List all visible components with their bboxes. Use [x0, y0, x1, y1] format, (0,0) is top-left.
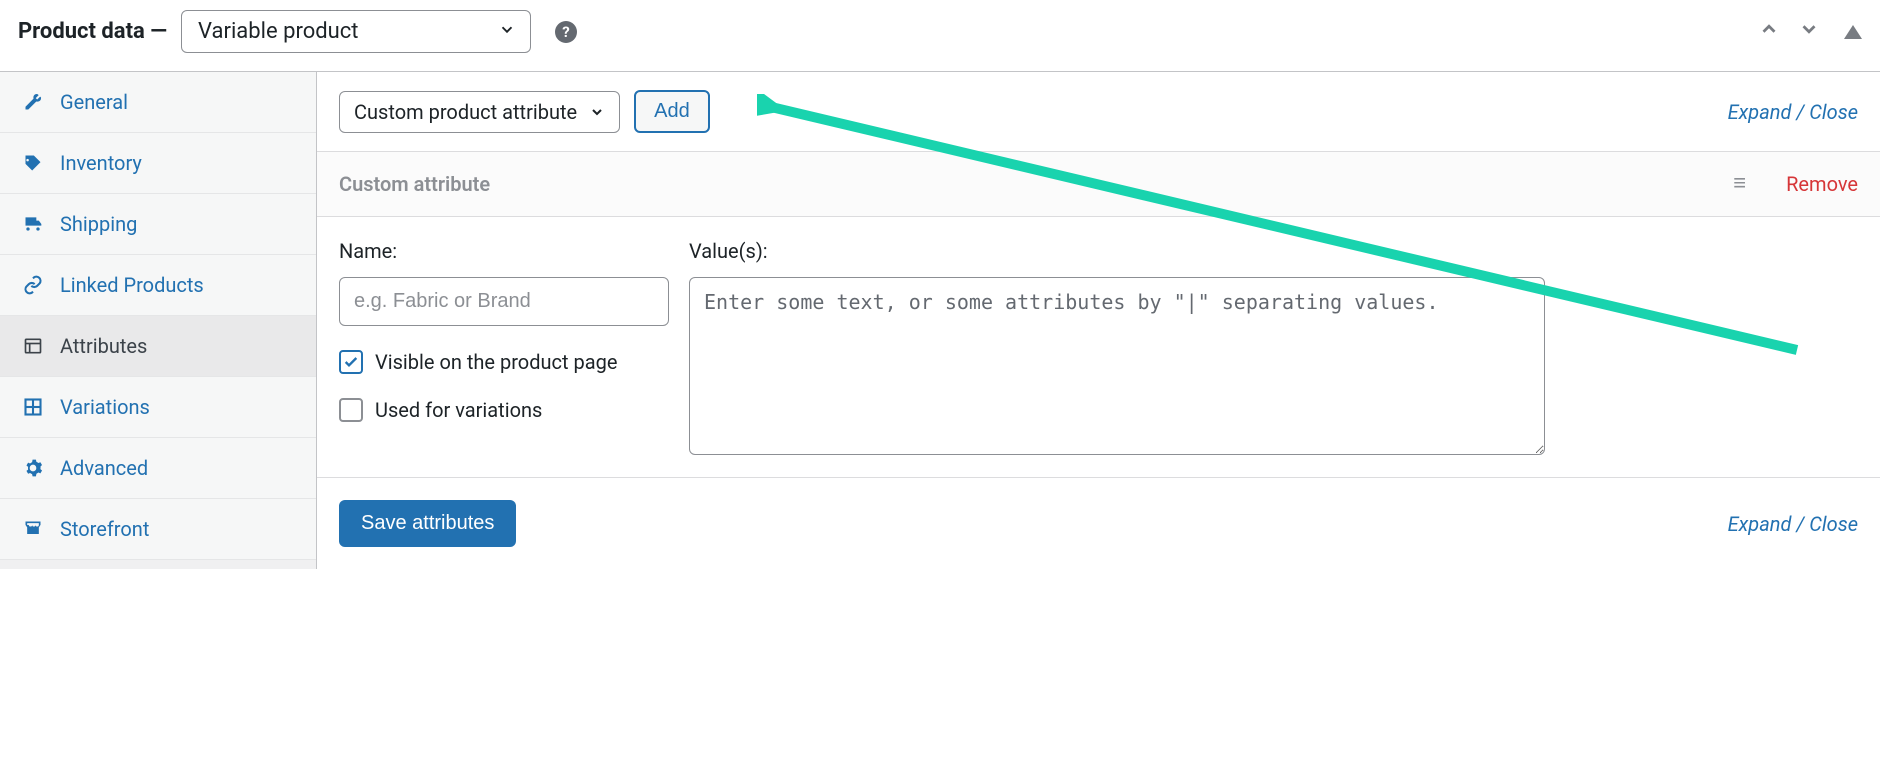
variations-checkbox-row[interactable]: Used for variations [339, 398, 669, 422]
tag-icon [22, 153, 44, 173]
sidebar-item-label: Inventory [60, 151, 142, 175]
check-icon [343, 354, 359, 370]
attribute-name-input[interactable] [339, 277, 669, 326]
sidebar-item-shipping[interactable]: Shipping [0, 194, 316, 255]
attribute-row-actions: ≡ Remove [1733, 172, 1858, 196]
grid-icon [22, 397, 44, 417]
close-link-bottom[interactable]: Close [1809, 512, 1858, 536]
name-column: Name: Visible on the product page Used f… [339, 239, 669, 455]
panel-body: General Inventory Shipping Linked Produc… [0, 72, 1880, 569]
drag-handle-icon[interactable]: ≡ [1733, 177, 1746, 190]
sidebar-item-label: Advanced [60, 456, 148, 480]
name-label: Name: [339, 239, 669, 263]
visible-label: Visible on the product page [375, 350, 617, 374]
wrench-icon [22, 92, 44, 112]
panel-title: Product data — [18, 19, 167, 44]
store-icon [22, 519, 44, 539]
attribute-type-select[interactable]: Custom product attribute [339, 91, 620, 133]
product-tabs-sidebar: General Inventory Shipping Linked Produc… [0, 72, 316, 569]
sidebar-item-attributes[interactable]: Attributes [0, 316, 316, 377]
product-type-value: Variable product [198, 19, 358, 44]
values-column: Value(s): [689, 239, 1545, 455]
attribute-form: Name: Visible on the product page Used f… [317, 217, 1880, 478]
sidebar-item-linked-products[interactable]: Linked Products [0, 255, 316, 316]
expand-link[interactable]: Expand [1728, 100, 1792, 124]
attribute-type-value: Custom product attribute [354, 100, 577, 124]
gear-icon [22, 458, 44, 478]
sidebar-item-variations[interactable]: Variations [0, 377, 316, 438]
header-left: Product data — Variable product ? [18, 10, 577, 53]
add-attribute-button[interactable]: Add [634, 90, 710, 133]
visible-checkbox[interactable] [339, 350, 363, 374]
sidebar-item-label: Linked Products [60, 273, 204, 297]
visible-checkbox-row[interactable]: Visible on the product page [339, 350, 669, 374]
product-type-select[interactable]: Variable product [181, 10, 531, 53]
product-data-panel: Product data — Variable product ? [0, 0, 1880, 569]
attribute-row-header[interactable]: Custom attribute ≡ Remove [317, 152, 1880, 217]
truck-icon [22, 214, 44, 234]
variations-checkbox[interactable] [339, 398, 363, 422]
move-down-icon[interactable] [1798, 18, 1820, 45]
expand-close-group-bottom: Expand / Close [1728, 512, 1858, 536]
header-right [1758, 18, 1862, 45]
attributes-footer: Save attributes Expand / Close [317, 478, 1880, 569]
sidebar-item-advanced[interactable]: Advanced [0, 438, 316, 499]
sidebar-item-label: Shipping [60, 212, 137, 236]
save-attributes-button[interactable]: Save attributes [339, 500, 516, 547]
panel-header: Product data — Variable product ? [0, 0, 1880, 72]
collapse-icon[interactable] [1844, 25, 1862, 39]
chevron-down-icon [498, 19, 516, 44]
sidebar-item-label: General [60, 90, 128, 114]
sidebar-item-inventory[interactable]: Inventory [0, 133, 316, 194]
attribute-values-textarea[interactable] [689, 277, 1545, 455]
move-up-icon[interactable] [1758, 18, 1780, 45]
sidebar-item-label: Variations [60, 395, 150, 419]
chevron-down-icon [589, 104, 605, 120]
expand-link-bottom[interactable]: Expand [1728, 512, 1792, 536]
separator: / [1796, 100, 1809, 124]
sidebar-item-storefront[interactable]: Storefront [0, 499, 316, 560]
attributes-main: Custom product attribute Add Expand / Cl… [316, 72, 1880, 569]
sidebar-item-general[interactable]: General [0, 72, 316, 133]
variations-label: Used for variations [375, 398, 542, 422]
attribute-title: Custom attribute [339, 172, 490, 196]
remove-attribute-link[interactable]: Remove [1786, 172, 1858, 196]
sidebar-item-label: Storefront [60, 517, 149, 541]
help-icon[interactable]: ? [555, 21, 577, 43]
expand-close-group: Expand / Close [1728, 100, 1858, 124]
separator: / [1796, 512, 1809, 536]
close-link[interactable]: Close [1809, 100, 1858, 124]
sidebar-item-label: Attributes [60, 334, 147, 358]
values-label: Value(s): [689, 239, 1545, 263]
attributes-toolbar: Custom product attribute Add Expand / Cl… [317, 72, 1880, 152]
list-icon [22, 336, 44, 356]
link-icon [22, 275, 44, 295]
